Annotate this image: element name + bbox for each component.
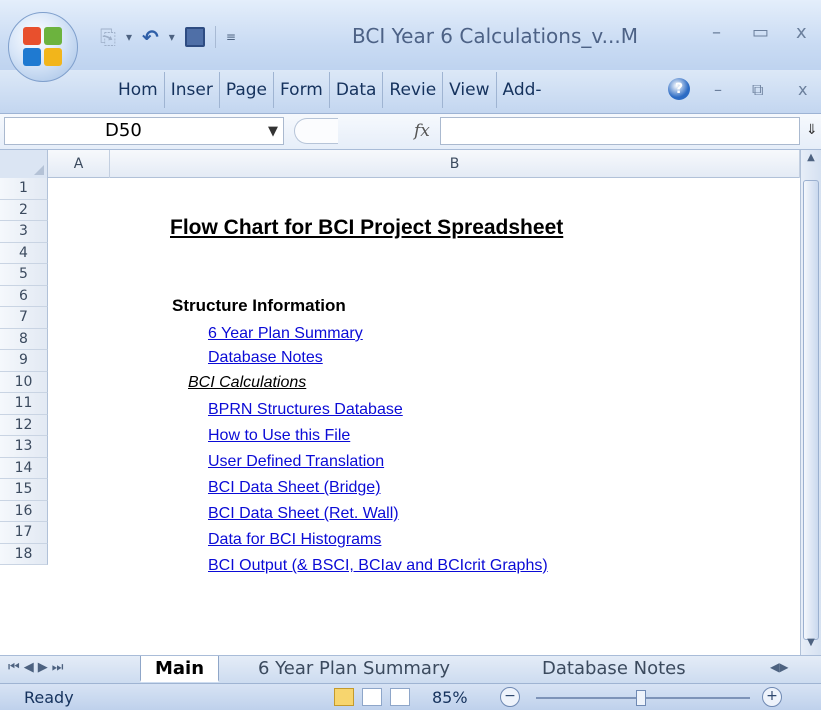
- row-cells[interactable]: [48, 501, 800, 523]
- link-6-year-plan-summary[interactable]: 6 Year Plan Summary: [208, 325, 363, 343]
- link-bci-output-graphs[interactable]: BCI Output (& BSCI, BCIav and BCIcrit Gr…: [208, 557, 548, 575]
- sheet-tab-database-notes[interactable]: Database Notes: [528, 656, 700, 682]
- row-header[interactable]: 16: [0, 500, 48, 522]
- page-layout-view-icon[interactable]: [362, 688, 382, 706]
- expand-formula-bar-icon[interactable]: ⇓: [806, 122, 818, 138]
- status-bar: Ready 85% − +: [0, 683, 821, 710]
- scroll-down-icon[interactable]: ▼: [803, 637, 819, 651]
- row-cells[interactable]: [48, 458, 800, 480]
- zoom-level[interactable]: 85%: [432, 688, 468, 707]
- link-how-to-use-this-file[interactable]: How to Use this File: [208, 427, 350, 445]
- row-cells[interactable]: [48, 522, 800, 544]
- zoom-in-icon[interactable]: +: [762, 687, 782, 707]
- sheet-tab-bar: ⏮◀▶⏭ Main 6 Year Plan Summary Database N…: [0, 655, 821, 683]
- page-break-view-icon[interactable]: [390, 688, 410, 706]
- link-data-for-bci-histograms[interactable]: Data for BCI Histograms: [208, 531, 381, 549]
- office-logo-icon: [23, 27, 63, 67]
- zoom-out-icon[interactable]: −: [500, 687, 520, 707]
- sheet-nav-arrows-icon[interactable]: ⏮◀▶⏭: [8, 660, 67, 675]
- status-text: Ready: [24, 688, 74, 707]
- horizontal-scroll-icon[interactable]: ◀▶: [770, 660, 788, 674]
- zoom-slider-thumb[interactable]: [636, 690, 646, 706]
- row-header[interactable]: 14: [0, 457, 48, 479]
- sheet-tab-6-year-plan-summary[interactable]: 6 Year Plan Summary: [244, 656, 464, 682]
- link-database-notes[interactable]: Database Notes: [208, 349, 323, 367]
- subheading-bci-calculations: BCI Calculations: [188, 374, 307, 391]
- normal-view-icon[interactable]: [334, 688, 354, 706]
- row-header[interactable]: 17: [0, 522, 48, 544]
- link-bci-data-sheet-bridge[interactable]: BCI Data Sheet (Bridge): [208, 479, 381, 497]
- link-bci-data-sheet-ret-wall[interactable]: BCI Data Sheet (Ret. Wall): [208, 505, 399, 523]
- office-button[interactable]: [8, 12, 78, 82]
- sheet-content: Flow Chart for BCI Project Spreadsheet S…: [0, 0, 800, 574]
- row-cells[interactable]: [48, 479, 800, 501]
- sheet-heading: Flow Chart for BCI Project Spreadsheet: [170, 216, 564, 239]
- scroll-up-icon[interactable]: ▲: [803, 152, 819, 166]
- sheet-tab-main[interactable]: Main: [140, 656, 220, 682]
- row-header[interactable]: 18: [0, 543, 48, 565]
- link-bprn-structures-database[interactable]: BPRN Structures Database: [208, 401, 403, 419]
- link-user-defined-translation[interactable]: User Defined Translation: [208, 453, 384, 471]
- section-structure-information: Structure Information: [172, 296, 346, 315]
- vertical-scrollbar[interactable]: ▲ ▼: [800, 150, 821, 655]
- scroll-thumb[interactable]: [803, 180, 819, 640]
- row-header[interactable]: 15: [0, 479, 48, 501]
